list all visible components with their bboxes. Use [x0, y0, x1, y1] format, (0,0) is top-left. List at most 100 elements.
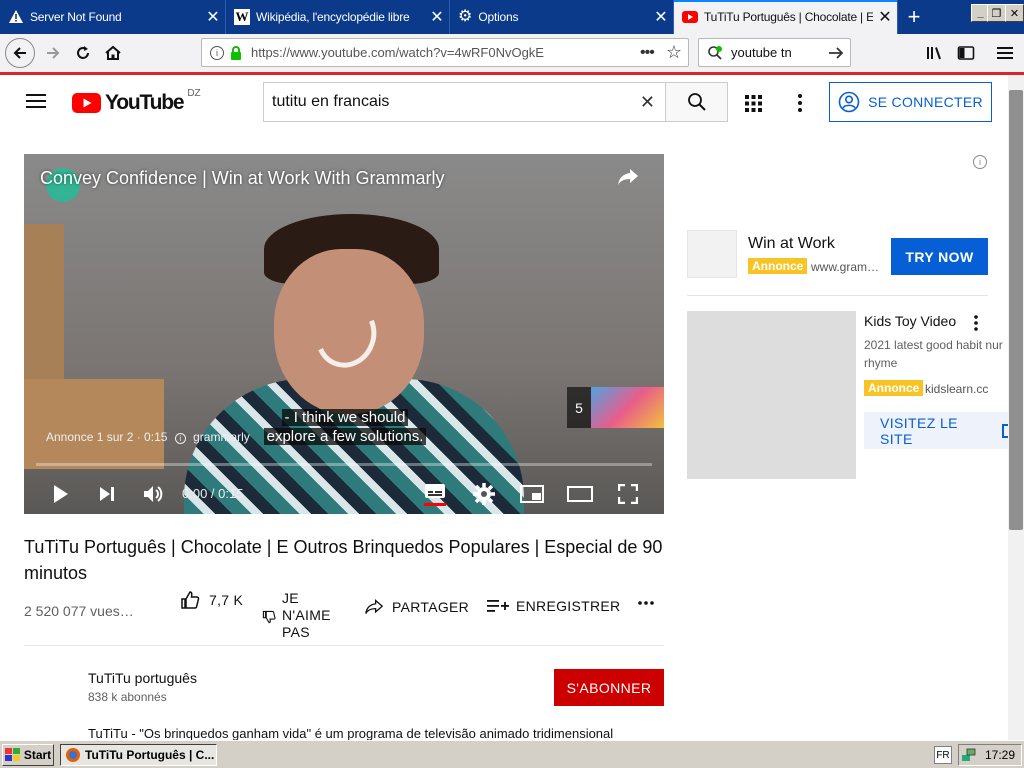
play-icon: [54, 485, 68, 503]
youtube-search-input[interactable]: tutitu en francais ✕: [263, 82, 666, 122]
thumbs-down-icon: [262, 610, 276, 624]
apps-button[interactable]: [745, 95, 762, 117]
start-label: Start: [23, 748, 52, 762]
channel-avatar[interactable]: [24, 668, 72, 716]
ad-title[interactable]: Win at Work: [748, 235, 835, 253]
settings-more-button[interactable]: [797, 93, 803, 118]
tab-strip: Server Not Found ✕ W Wikipédia, l'encycl…: [0, 0, 1024, 34]
search-go-arrow-icon[interactable]: [828, 46, 844, 60]
country-code: DZ: [187, 87, 201, 99]
network-icon[interactable]: [961, 747, 977, 763]
ad-logo-thumbnail[interactable]: [687, 230, 737, 278]
taskbar: Start TuTiTu Português | C... FR 17:29: [0, 740, 1024, 768]
close-icon[interactable]: ✕: [649, 7, 673, 27]
save-button[interactable]: ENREGISTRER: [487, 598, 620, 614]
fullscreen-button[interactable]: [614, 474, 642, 514]
info-icon[interactable]: i: [210, 45, 224, 60]
sign-in-button[interactable]: SE CONNECTER: [829, 82, 992, 122]
like-button[interactable]: 7,7 K: [180, 590, 243, 610]
language-indicator[interactable]: FR: [934, 746, 952, 764]
caption-line-1: - I think we should: [281, 409, 409, 426]
tab-server-not-found[interactable]: Server Not Found ✕: [0, 0, 226, 34]
dislike-label-line-1: JE: [282, 590, 299, 606]
related-ad-domain: kidslearn.cc: [925, 382, 989, 396]
dislike-label-line-2: N'AIME: [282, 607, 331, 623]
channel-name[interactable]: TuTiTu português: [88, 670, 197, 686]
visit-site-button[interactable]: VISITEZ LE SITE: [864, 412, 1014, 449]
progress-bar[interactable]: [36, 463, 652, 466]
search-engine-icon: [707, 45, 723, 61]
settings-button[interactable]: [470, 474, 498, 514]
clear-search-icon[interactable]: ✕: [640, 92, 655, 113]
subscribe-button[interactable]: S'ABONNER: [554, 669, 664, 706]
more-actions-button[interactable]: [637, 600, 655, 606]
guide-menu-button[interactable]: [26, 93, 46, 111]
youtube-logo[interactable]: YouTube DZ: [72, 87, 201, 115]
library-button[interactable]: [920, 38, 950, 68]
warning-icon: [8, 9, 24, 25]
next-button[interactable]: [92, 474, 122, 514]
tab-youtube[interactable]: TuTiTu Português | Chocolate | E O ✕: [674, 0, 898, 34]
next-video-thumbnail[interactable]: [591, 387, 664, 428]
back-button[interactable]: [5, 38, 35, 68]
new-tab-button[interactable]: +: [898, 0, 930, 34]
tab-wikipedia[interactable]: W Wikipédia, l'encyclopédie libre ✕: [226, 0, 450, 34]
related-ad-thumbnail[interactable]: [687, 311, 856, 479]
gear-icon: [473, 483, 495, 505]
ad-badge: Annonce: [748, 258, 808, 274]
share-arrow-icon[interactable]: [616, 166, 642, 192]
window-close-button[interactable]: ✕: [1005, 4, 1024, 22]
related-more-button[interactable]: [973, 314, 979, 337]
youtube-search-button[interactable]: [665, 82, 728, 122]
maximize-button[interactable]: ❐: [987, 4, 1006, 22]
sidebar-toggle-button[interactable]: [951, 38, 981, 68]
hamburger-icon: [26, 94, 46, 108]
youtube-header: YouTube DZ tutitu en francais ✕ SE CONNE…: [0, 75, 1008, 131]
reload-icon: [77, 46, 89, 59]
share-icon: [365, 599, 384, 614]
close-icon[interactable]: ✕: [873, 7, 897, 27]
skip-next-icon: [100, 487, 114, 501]
miniplayer-button[interactable]: [518, 474, 546, 514]
like-count: 7,7 K: [209, 592, 244, 608]
subtitles-button[interactable]: [422, 474, 448, 514]
browser-search-bar[interactable]: youtube tn: [698, 38, 851, 67]
playlist-add-icon: [487, 600, 509, 612]
dislike-button[interactable]: JE N'AIME PAS: [262, 590, 331, 641]
video-description: TuTiTu - "Os brinquedos ganham vida" é u…: [88, 726, 614, 741]
volume-button[interactable]: [138, 474, 168, 514]
play-button[interactable]: [46, 474, 76, 514]
tab-title: Wikipédia, l'encyclopédie libre: [256, 10, 410, 24]
try-now-button[interactable]: TRY NOW: [891, 238, 988, 275]
system-tray: 17:29: [958, 744, 1022, 766]
apps-grid-icon: [745, 95, 762, 112]
start-button[interactable]: Start: [2, 744, 54, 766]
close-icon[interactable]: ✕: [201, 7, 225, 27]
ad-info-icon[interactable]: i: [174, 433, 186, 444]
scrollbar-thumb[interactable]: [1009, 90, 1023, 530]
ad-info-icon[interactable]: i: [973, 155, 987, 169]
close-icon[interactable]: ✕: [425, 7, 449, 27]
reload-button[interactable]: [68, 38, 98, 68]
share-button[interactable]: PARTAGER: [364, 598, 469, 616]
menu-button[interactable]: [990, 38, 1020, 68]
more-vertical-icon: [798, 94, 802, 112]
theater-mode-button[interactable]: [566, 474, 594, 514]
navigation-toolbar: i https://www.youtube.com/watch?v=4wRF0N…: [0, 34, 1024, 72]
taskbar-item-firefox[interactable]: TuTiTu Português | C...: [60, 744, 217, 766]
url-bar[interactable]: i https://www.youtube.com/watch?v=4wRF0N…: [201, 38, 689, 67]
video-player[interactable]: Convey Confidence | Win at Work With Gra…: [24, 154, 664, 514]
home-button[interactable]: [98, 38, 128, 68]
forward-button[interactable]: [38, 38, 68, 68]
browser-search-value: youtube tn: [731, 45, 792, 60]
bookmark-star-icon[interactable]: ☆: [666, 42, 682, 63]
player-overlay-title[interactable]: Convey Confidence | Win at Work With Gra…: [40, 168, 444, 189]
dislike-label: JE N'AIME PAS: [282, 590, 331, 641]
page-actions-icon[interactable]: •••: [640, 44, 655, 62]
ad-domain: www.gram…: [811, 260, 880, 274]
home-icon: [105, 45, 121, 60]
ad-advertiser[interactable]: grammarly: [193, 430, 250, 444]
url-text: https://www.youtube.com/watch?v=4wRF0NvO…: [251, 45, 544, 60]
related-ad-title[interactable]: Kids Toy Video: [864, 313, 956, 329]
tab-options[interactable]: ⚙ Options ✕: [450, 0, 674, 34]
